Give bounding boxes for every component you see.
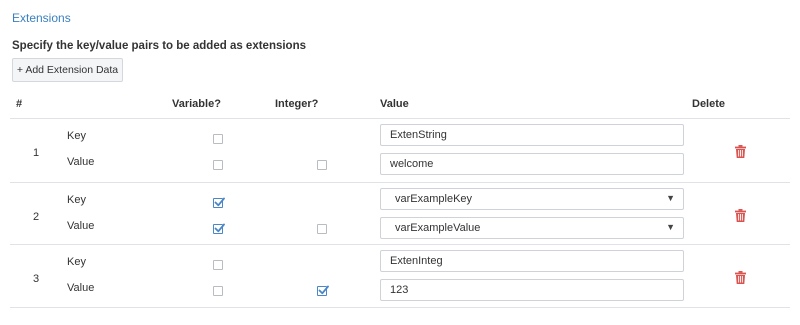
trash-icon [735,271,746,284]
column-header-integer: Integer? [275,98,319,110]
value-integer-checkbox[interactable] [317,224,327,234]
key-variable-checkbox[interactable] [213,134,223,144]
value-variable-checkbox[interactable] [213,160,223,170]
key-variable-checkbox[interactable] [213,260,223,270]
row-number: 1 [33,147,40,159]
dropdown-caret-icon: ▼ [666,222,675,232]
column-header-delete: Delete [692,98,726,110]
delete-row-button[interactable] [735,271,746,284]
value-value-field[interactable]: welcome [380,153,684,175]
dropdown-caret-icon: ▼ [666,193,675,203]
key-label: Key [67,130,86,142]
delete-row-button[interactable] [735,145,746,158]
value-label: Value [67,282,95,294]
trash-icon [735,145,746,158]
key-value-field-text: varExampleKey [395,193,473,205]
row-divider [10,307,790,308]
key-variable-checkbox[interactable] [213,197,225,208]
row-number: 3 [33,273,40,285]
row-number: 2 [33,211,40,223]
value-integer-checkbox[interactable] [317,285,329,296]
value-value-field-text: varExampleValue [395,222,481,234]
value-value-field[interactable]: varExampleValue ▼ [380,217,684,239]
column-header-number: # [16,98,23,110]
value-label: Value [67,220,95,232]
value-label: Value [67,156,95,168]
column-header-value: Value [380,98,409,110]
value-value-field-text: 123 [390,284,409,296]
key-value-field[interactable]: ExtenString [380,124,684,146]
key-label: Key [67,256,86,268]
add-extension-data-button[interactable]: + Add Extension Data [12,58,123,82]
extensions-hint: Specify the key/value pairs to be added … [12,40,307,52]
value-value-field-text: welcome [390,158,434,170]
key-label: Key [67,194,86,206]
row-divider [10,244,790,245]
row-divider [10,118,790,119]
key-value-field-text: ExtenInteg [390,255,443,267]
value-integer-checkbox[interactable] [317,160,327,170]
value-value-field[interactable]: 123 [380,279,684,301]
key-value-field[interactable]: varExampleKey ▼ [380,188,684,210]
value-variable-checkbox[interactable] [213,223,225,234]
row-divider [10,182,790,183]
delete-row-button[interactable] [735,209,746,222]
value-variable-checkbox[interactable] [213,286,223,296]
column-header-variable: Variable? [172,98,221,110]
key-value-field-text: ExtenString [390,129,447,141]
extensions-section-title: Extensions [12,11,71,25]
trash-icon [735,209,746,222]
key-value-field[interactable]: ExtenInteg [380,250,684,272]
